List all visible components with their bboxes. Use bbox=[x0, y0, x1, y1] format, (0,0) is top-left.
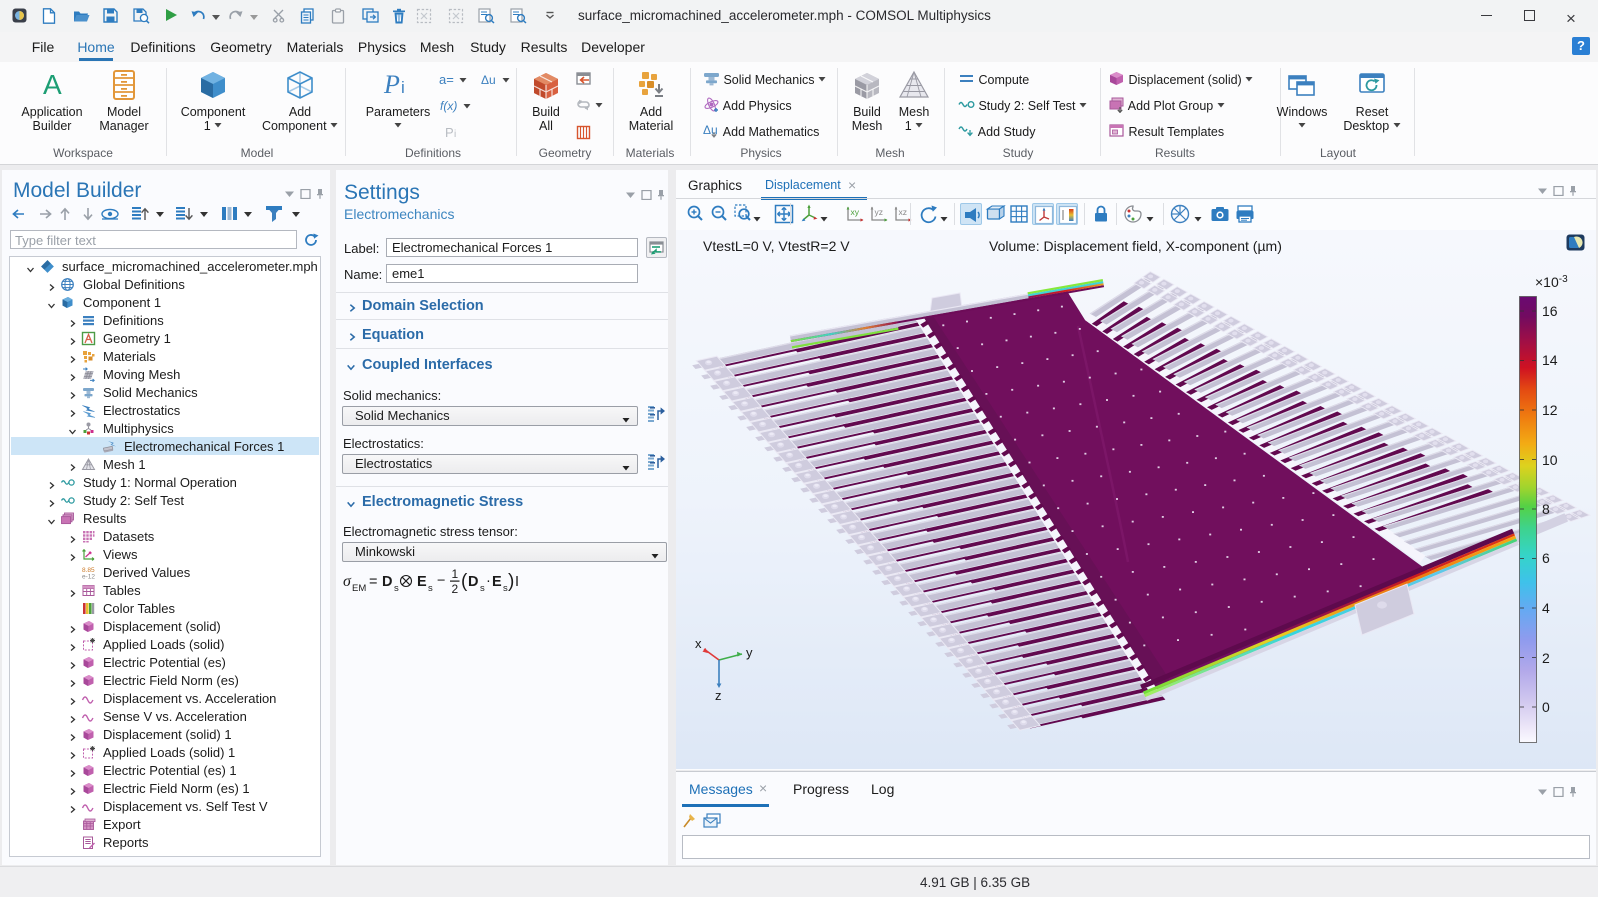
svg-text:e-12: e-12 bbox=[82, 573, 95, 580]
svg-text:D: D bbox=[382, 574, 392, 590]
svg-text:Δu: Δu bbox=[481, 73, 496, 87]
svg-text:yz: yz bbox=[875, 207, 884, 217]
svg-text:E: E bbox=[417, 574, 427, 590]
svg-text:y: y bbox=[746, 645, 753, 660]
svg-text:P: P bbox=[383, 70, 400, 99]
svg-text:s: s bbox=[428, 583, 433, 594]
svg-text:x: x bbox=[695, 638, 702, 651]
svg-text:I: I bbox=[515, 574, 519, 590]
svg-text:xz: xz bbox=[899, 207, 908, 217]
svg-text:z: z bbox=[715, 688, 722, 703]
svg-text:s: s bbox=[394, 583, 399, 594]
svg-text:i: i bbox=[454, 129, 456, 140]
svg-text:1: 1 bbox=[452, 567, 459, 581]
svg-text:s: s bbox=[480, 583, 485, 594]
svg-text:EM: EM bbox=[352, 583, 366, 594]
svg-text:P: P bbox=[445, 125, 454, 140]
svg-text:·: · bbox=[486, 573, 491, 589]
svg-text:f(x): f(x) bbox=[440, 99, 457, 113]
svg-text:D: D bbox=[468, 574, 478, 590]
svg-text:=: = bbox=[369, 574, 377, 590]
svg-text:−: − bbox=[437, 573, 445, 589]
svg-text:σ: σ bbox=[343, 573, 352, 590]
svg-text:xy: xy bbox=[851, 207, 860, 217]
svg-text:i: i bbox=[401, 78, 405, 97]
svg-text:(: ( bbox=[461, 571, 468, 592]
svg-text:a=: a= bbox=[439, 72, 454, 87]
svg-text:A: A bbox=[43, 69, 62, 100]
svg-text:2: 2 bbox=[452, 582, 459, 596]
svg-text:E: E bbox=[492, 574, 502, 590]
svg-text:): ) bbox=[508, 571, 514, 592]
